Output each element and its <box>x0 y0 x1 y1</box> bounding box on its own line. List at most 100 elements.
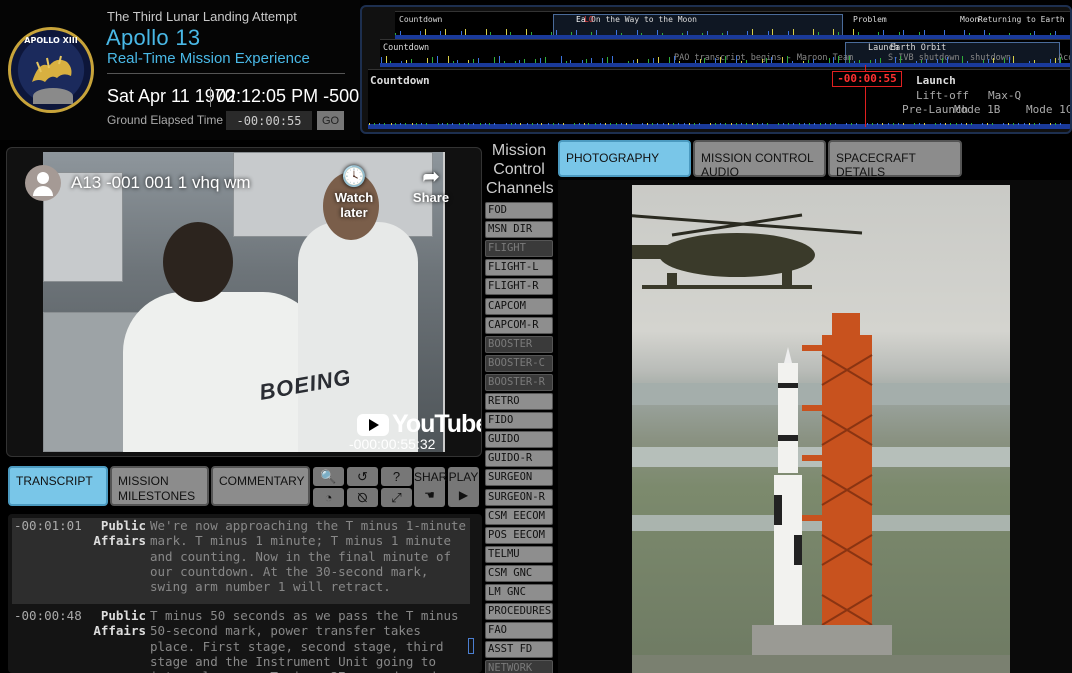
timeline-tick <box>1029 61 1031 63</box>
share-button[interactable]: SHARE ☚ <box>414 467 455 507</box>
timeline-tick <box>390 61 392 63</box>
timeline-tick <box>426 58 428 63</box>
channel-guido-button[interactable]: GUIDO <box>485 431 553 449</box>
timeline-tick <box>452 61 454 63</box>
mic-off-icon: ⦰ <box>357 490 368 505</box>
history-button[interactable]: ↺ <box>347 467 378 486</box>
channel-fido-button[interactable]: FIDO <box>485 412 553 430</box>
timeline-tick <box>395 123 397 125</box>
timeline-tick <box>740 61 742 63</box>
fullscreen-button[interactable]: ⤢ <box>381 488 412 507</box>
timeline-tick <box>544 57 546 63</box>
transcript-speaker: Public Affairs <box>93 608 146 639</box>
play-icon: ▶ <box>458 488 469 502</box>
tab-transcript[interactable]: Transcript <box>8 466 108 506</box>
timeline-tick <box>460 31 462 35</box>
timeline-tick <box>688 123 690 125</box>
clock-icon: 🕓 <box>341 166 367 188</box>
transcript-entry[interactable]: -00:01:01 Public Affairs We're now appro… <box>12 518 470 604</box>
transcript-panel[interactable]: -00:01:01 Public Affairs We're now appro… <box>8 514 482 673</box>
timeline-tick <box>447 56 449 63</box>
channel-booster-c-button[interactable]: BOOSTER-C <box>485 354 553 372</box>
transcript-entry[interactable]: -00:00:48 Public Affairs T minus 50 seco… <box>12 608 470 673</box>
timeline-tick <box>596 30 598 35</box>
tab-commentary[interactable]: Commentary <box>211 466 310 506</box>
timeline-tick <box>494 123 496 125</box>
header: APOLLO XIII The Third Lunar Landing Atte… <box>0 0 360 140</box>
channel-fao-button[interactable]: FAO <box>485 622 553 640</box>
channel-guido-r-button[interactable]: GUIDO-R <box>485 450 553 468</box>
timeline-tick <box>565 61 567 63</box>
timeline-detail-row[interactable]: Countdown PAO transcript begins - Maroon… <box>380 39 1070 67</box>
video-title[interactable]: A13 -001 001 1 vhq wm <box>71 173 251 193</box>
channel-csm-eecom-button[interactable]: CSM EECOM <box>485 507 553 525</box>
channel-csm-gnc-button[interactable]: CSM GNC <box>485 564 553 582</box>
video-frame[interactable]: BOEING <box>43 152 445 452</box>
channel-booster-button[interactable]: BOOSTER <box>485 335 553 353</box>
timeline-tick <box>581 60 583 63</box>
channel-retro-button[interactable]: RETRO <box>485 393 553 410</box>
timeline-tick <box>829 123 831 125</box>
mute-button[interactable]: ⦰ <box>347 488 378 507</box>
channel-capcom-r-button[interactable]: CAPCOM-R <box>485 316 553 334</box>
timeline-tick <box>678 61 680 63</box>
channel-telmu-button[interactable]: TELMU <box>485 545 553 563</box>
channel-lm-gnc-button[interactable]: LM GNC <box>485 584 553 601</box>
timeline-tick <box>510 123 512 125</box>
timeline-tick <box>641 123 643 125</box>
tab-mission-milestones[interactable]: Mission Milestones <box>110 466 209 506</box>
channel-flight-button[interactable]: FLIGHT <box>485 240 553 258</box>
transcript-time[interactable]: -00:00:48 <box>14 608 82 623</box>
tab-spacecraft-details[interactable]: Spacecraft Details <box>828 140 962 179</box>
channel-avatar[interactable] <box>25 165 61 201</box>
mission-title[interactable]: Apollo 13 <box>106 25 200 51</box>
timeline-event-label: Lift-off <box>916 89 969 102</box>
timeline-tick <box>583 123 585 125</box>
play-button[interactable]: PLAY ▶ <box>448 467 479 507</box>
timeline-tick <box>989 33 990 35</box>
mission-timeline[interactable]: Countdown Ea LO On the Way to the Moon P… <box>360 5 1072 134</box>
channel-procedures-button[interactable]: PROCEDURES <box>485 603 553 621</box>
timeline-tick <box>782 57 784 63</box>
channel-fod-button[interactable]: FOD <box>485 202 553 219</box>
transcript-scroll-handle[interactable] <box>468 638 474 654</box>
channel-asst-fd-button[interactable]: ASST FD <box>485 641 553 659</box>
channel-pos-eecom-button[interactable]: POS EECOM <box>485 526 553 544</box>
timeline-overview-row[interactable]: Countdown Ea LO On the Way to the Moon P… <box>395 11 1070 39</box>
timeline-tick <box>745 123 747 125</box>
video-player[interactable]: BOEING A13 -001 001 1 vhq wm 🕓 Watch lat… <box>6 147 482 457</box>
timeline-tick <box>727 31 729 35</box>
timeline-tick <box>586 59 588 63</box>
channel-surgeon-r-button[interactable]: SURGEON-R <box>485 488 553 506</box>
timeline-tick <box>662 123 664 125</box>
channel-flight-r-button[interactable]: FLIGHT-R <box>485 278 553 296</box>
share-video-button[interactable]: ➦ Share <box>401 164 461 205</box>
channel-booster-r-button[interactable]: BOOSTER-R <box>485 373 553 391</box>
tab-photography[interactable]: Photography <box>558 140 691 177</box>
channel-capcom-button[interactable]: CAPCOM <box>485 297 553 315</box>
timeline-tick <box>1050 123 1052 125</box>
timeline-tick <box>983 60 985 63</box>
get-input[interactable] <box>226 111 312 130</box>
channel-surgeon-button[interactable]: SURGEON <box>485 469 553 487</box>
tab-mission-control-audio[interactable]: Mission Control Audio <box>693 140 826 179</box>
timeline-zoom-row[interactable]: Countdown Launch Lift-off Max-Q Pre-Laun… <box>368 69 1070 129</box>
timeline-tick <box>817 32 819 35</box>
youtube-play-icon <box>357 413 389 436</box>
timeline-tick <box>575 30 577 35</box>
channel-msn-dir-button[interactable]: MSN DIR <box>485 221 553 239</box>
help-button[interactable]: ? <box>381 467 412 486</box>
transcript-speaker: Public Affairs <box>93 518 146 549</box>
timeline-tick <box>730 123 732 125</box>
search-button[interactable]: 🔍 <box>313 467 344 486</box>
speed-button[interactable]: ◔ <box>313 488 344 507</box>
channel-network-button[interactable]: NETWORK <box>485 660 553 673</box>
youtube-logo[interactable]: YouTube <box>357 410 481 439</box>
go-button[interactable]: GO <box>317 111 344 130</box>
watch-later-button[interactable]: 🕓 Watch later <box>324 164 384 220</box>
launch-photo[interactable] <box>632 185 1010 673</box>
timeline-tick <box>714 123 716 125</box>
transcript-time[interactable]: -00:01:01 <box>14 518 82 533</box>
channel-flight-l-button[interactable]: FLIGHT-L <box>485 259 553 277</box>
timeline-tick <box>878 32 880 35</box>
